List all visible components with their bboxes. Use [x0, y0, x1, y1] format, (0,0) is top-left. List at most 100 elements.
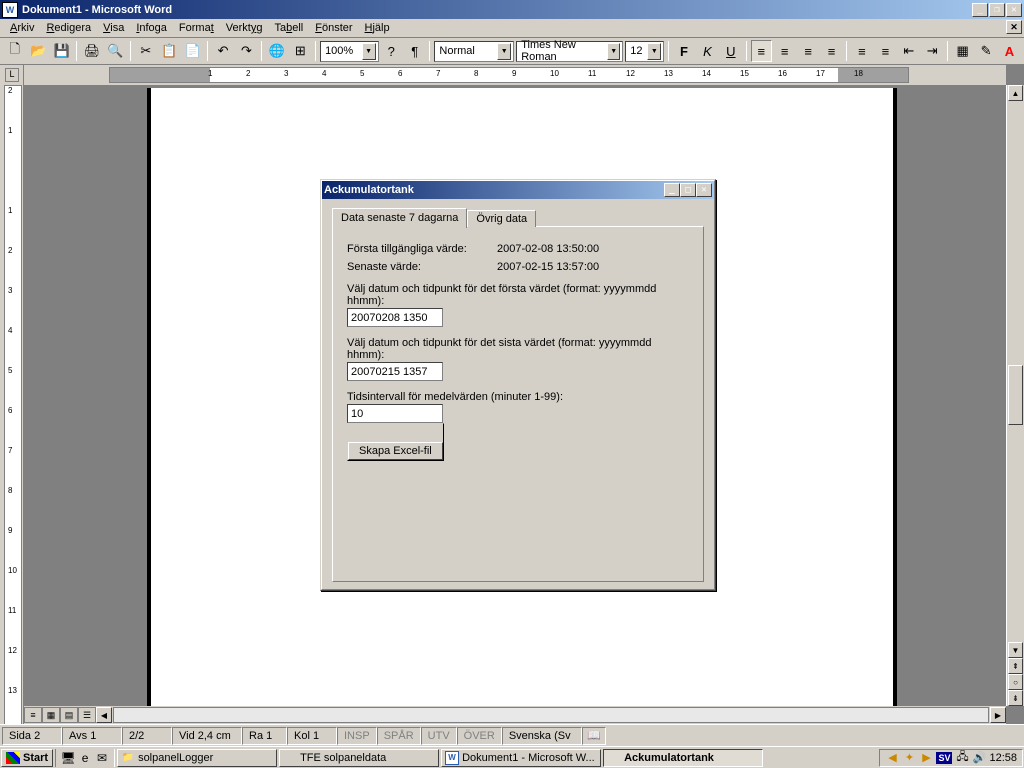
- bullet-list-icon[interactable]: ≡: [875, 40, 896, 62]
- volume-icon[interactable]: 🔊: [972, 751, 986, 765]
- next-page-icon[interactable]: ⇟: [1008, 690, 1023, 706]
- status-line: Ra 1: [242, 727, 287, 745]
- dropdown-icon[interactable]: ▼: [362, 43, 376, 60]
- hyperlink-icon[interactable]: 🌐: [266, 40, 287, 62]
- clock[interactable]: 12:58: [989, 752, 1017, 764]
- scroll-thumb[interactable]: [1008, 365, 1023, 425]
- scroll-down-icon[interactable]: ▼: [1008, 642, 1023, 658]
- cut-icon[interactable]: ✂: [135, 40, 156, 62]
- menu-redigera[interactable]: Redigera: [40, 20, 97, 36]
- restore-button[interactable]: ❐: [989, 3, 1005, 17]
- dialog-titlebar[interactable]: Ackumulatortank _ □ ✕: [322, 181, 714, 199]
- pick-first-input[interactable]: [347, 308, 443, 327]
- font-combo[interactable]: Times New Roman▼: [516, 41, 623, 62]
- task-ackumulatortank[interactable]: Ackumulatortank: [603, 749, 763, 767]
- ie-icon[interactable]: e: [77, 750, 93, 766]
- latest-value: 2007-02-15 13:57:00: [497, 261, 599, 273]
- tray-icon[interactable]: ▶: [919, 751, 933, 765]
- menu-tabell[interactable]: Tabell: [268, 20, 309, 36]
- horizontal-scrollbar: ≡ ▦ ▤ ☰ ◀ ▶: [24, 706, 1006, 724]
- tray-icon[interactable]: ✦: [902, 751, 916, 765]
- outline-view-icon[interactable]: ☰: [78, 707, 96, 723]
- save-icon[interactable]: 💾: [51, 40, 72, 62]
- separator: [261, 41, 262, 61]
- dialog-close-button[interactable]: ✕: [696, 183, 712, 197]
- borders-icon[interactable]: ▦: [952, 40, 973, 62]
- align-right-icon[interactable]: ≡: [797, 40, 818, 62]
- new-doc-icon[interactable]: 🗋: [4, 40, 25, 62]
- start-button[interactable]: Start: [1, 749, 53, 767]
- create-excel-button[interactable]: Skapa Excel-fil: [348, 442, 443, 460]
- italic-icon[interactable]: K: [697, 40, 718, 62]
- menu-arkiv[interactable]: Arkiv: [4, 20, 40, 36]
- bold-icon[interactable]: F: [673, 40, 694, 62]
- print-preview-icon[interactable]: 🔍: [105, 40, 126, 62]
- outlook-icon[interactable]: ✉: [94, 750, 110, 766]
- show-desktop-icon[interactable]: 🖥: [60, 750, 76, 766]
- web-view-icon[interactable]: ▦: [42, 707, 60, 723]
- minimize-button[interactable]: _: [972, 3, 988, 17]
- network-icon[interactable]: 🖧: [955, 751, 969, 765]
- status-book-icon[interactable]: 📖: [582, 727, 606, 745]
- dropdown-icon[interactable]: ▼: [497, 43, 511, 60]
- pick-last-label: Välj datum och tidpunkt för det sista vä…: [347, 337, 689, 361]
- menu-fonster[interactable]: Fönster: [309, 20, 358, 36]
- align-left-icon[interactable]: ≡: [751, 40, 772, 62]
- open-icon[interactable]: 📂: [27, 40, 48, 62]
- help-icon[interactable]: ?: [381, 40, 402, 62]
- font-color-icon[interactable]: A: [999, 40, 1020, 62]
- scroll-left-icon[interactable]: ◀: [96, 707, 112, 723]
- print-view-icon[interactable]: ▤: [60, 707, 78, 723]
- paste-icon[interactable]: 📄: [182, 40, 203, 62]
- menu-format[interactable]: Format: [173, 20, 220, 36]
- scroll-right-icon[interactable]: ▶: [990, 707, 1006, 723]
- redo-icon[interactable]: ↷: [236, 40, 257, 62]
- latest-label: Senaste värde:: [347, 261, 497, 273]
- style-combo[interactable]: Normal▼: [434, 41, 514, 62]
- status-spar: SPÅR: [377, 727, 421, 745]
- close-button[interactable]: ✕: [1006, 3, 1022, 17]
- tab-ovrig-data[interactable]: Övrig data: [467, 210, 536, 227]
- vertical-scrollbar[interactable]: ▲ ▼ ⇞ ○ ⇟: [1006, 85, 1024, 706]
- lang-indicator[interactable]: SV: [936, 752, 952, 764]
- dropdown-icon[interactable]: ▼: [607, 43, 620, 60]
- copy-icon[interactable]: 📋: [159, 40, 180, 62]
- dialog-minimize-button[interactable]: _: [664, 183, 680, 197]
- undo-icon[interactable]: ↶: [212, 40, 233, 62]
- dialog-maximize-button[interactable]: □: [680, 183, 696, 197]
- paragraph-icon[interactable]: ¶: [404, 40, 425, 62]
- tab-data-senaste[interactable]: Data senaste 7 dagarna: [332, 208, 467, 228]
- menu-visa[interactable]: Visa: [97, 20, 130, 36]
- separator: [947, 41, 948, 61]
- status-section: Avs 1: [62, 727, 122, 745]
- menu-verktyg[interactable]: Verktyg: [220, 20, 269, 36]
- justify-icon[interactable]: ≡: [821, 40, 842, 62]
- align-center-icon[interactable]: ≡: [774, 40, 795, 62]
- dialog-ackumulatortank: Ackumulatortank _ □ ✕ Data senaste 7 dag…: [320, 179, 716, 591]
- browse-object-icon[interactable]: ○: [1008, 674, 1023, 690]
- dropdown-icon[interactable]: ▼: [647, 43, 661, 60]
- menu-infoga[interactable]: Infoga: [130, 20, 173, 36]
- scroll-up-icon[interactable]: ▲: [1008, 85, 1023, 101]
- numbered-list-icon[interactable]: ≡: [851, 40, 872, 62]
- underline-icon[interactable]: U: [720, 40, 741, 62]
- tables-icon[interactable]: ⊞: [290, 40, 311, 62]
- outdent-icon[interactable]: ⇤: [898, 40, 919, 62]
- task-solpanellogger[interactable]: 📁solpanelLogger: [117, 749, 277, 767]
- hscroll-track[interactable]: [113, 707, 989, 723]
- pick-last-input[interactable]: [347, 362, 443, 381]
- task-dokument1[interactable]: WDokument1 - Microsoft W...: [441, 749, 601, 767]
- doc-close-button[interactable]: ✕: [1006, 20, 1022, 34]
- size-combo[interactable]: 12▼: [625, 41, 664, 62]
- ruler-corner: L: [5, 68, 19, 82]
- indent-icon[interactable]: ⇥: [922, 40, 943, 62]
- task-tfe-solpaneldata[interactable]: TFE solpaneldata: [279, 749, 439, 767]
- normal-view-icon[interactable]: ≡: [24, 707, 42, 723]
- print-icon[interactable]: 🖨: [81, 40, 102, 62]
- highlight-icon[interactable]: ✎: [975, 40, 996, 62]
- prev-page-icon[interactable]: ⇞: [1008, 658, 1023, 674]
- menu-hjalp[interactable]: Hjälp: [359, 20, 396, 36]
- zoom-combo[interactable]: 100%▼: [320, 41, 378, 62]
- interval-input[interactable]: [347, 404, 443, 423]
- tray-icon[interactable]: ◀: [885, 751, 899, 765]
